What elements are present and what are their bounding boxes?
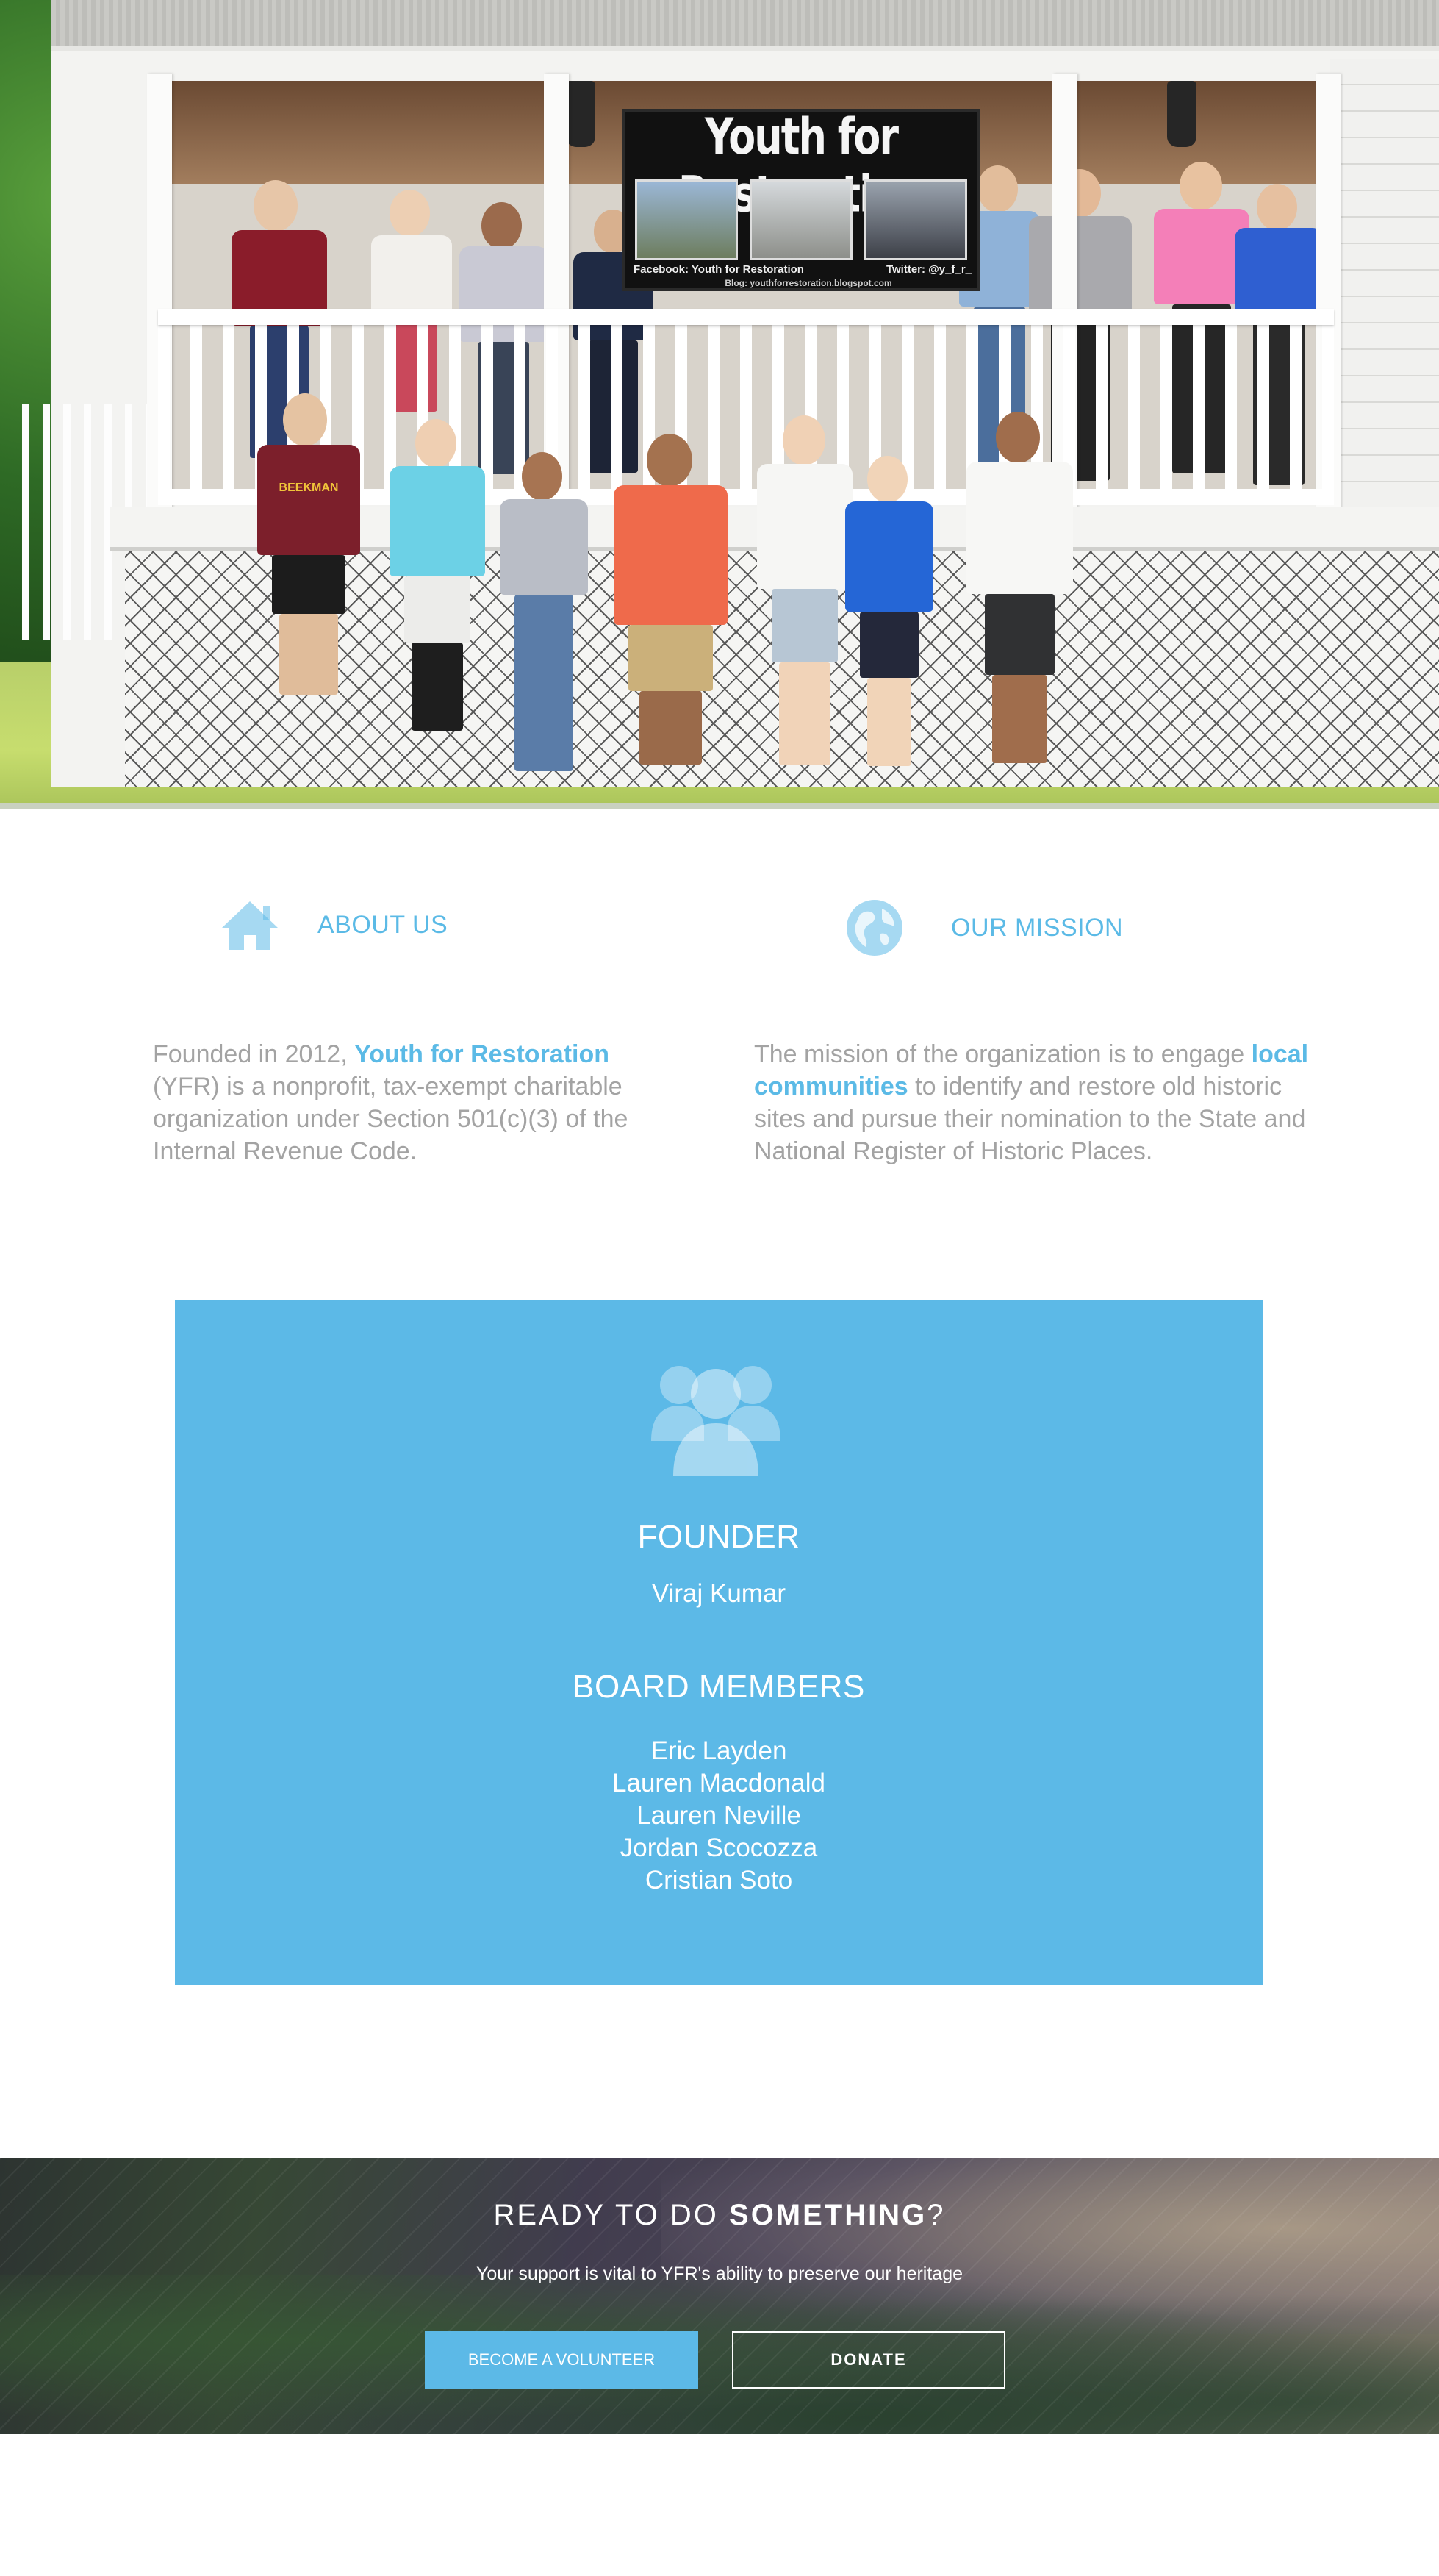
banner-url: Blog: youthforrestoration.blogspot.com: [725, 278, 892, 288]
about-highlight-link[interactable]: Youth for Restoration: [354, 1040, 609, 1068]
board-member: Jordan Scocozza: [620, 1833, 818, 1862]
board-member: Eric Layden: [650, 1736, 787, 1765]
board-member: Lauren Neville: [636, 1801, 801, 1830]
about-text-intro: Founded in 2012,: [153, 1040, 355, 1068]
hero-photo: Youth for Restoration Facebook: Youth fo…: [0, 0, 1439, 809]
founder-name: Viraj Kumar: [651, 1579, 786, 1608]
banner-twitter: Twitter: @y_f_r_: [886, 263, 972, 276]
mission-text: The mission of the organization is to en…: [754, 1038, 1320, 1167]
call-to-action-section: READY TO DO SOMETHING? Your support is v…: [0, 2158, 1439, 2434]
about-text-rest: (YFR) is a nonprofit, tax-exempt charita…: [153, 1073, 628, 1165]
board-member: Lauren Macdonald: [612, 1769, 825, 1797]
about-header: ABOUT US: [219, 898, 448, 951]
group-icon: [651, 1366, 780, 1476]
board-member: Cristian Soto: [645, 1866, 793, 1895]
shirt-text: BEEKMAN: [279, 482, 339, 494]
about-text: Founded in 2012, Youth for Restoration (…: [153, 1038, 682, 1167]
home-icon: [222, 901, 278, 950]
cta-subtitle: Your support is vital to YFR's ability t…: [476, 2264, 963, 2284]
donate-button[interactable]: DONATE: [732, 2331, 1005, 2389]
globe-icon: [847, 900, 902, 956]
board-members-list: Eric Layden Lauren Macdonald Lauren Nevi…: [175, 1735, 1263, 1897]
founder-heading: FOUNDER: [637, 1519, 800, 1555]
become-volunteer-button[interactable]: BECOME A VOLUNTEER: [425, 2331, 698, 2389]
cta-title: READY TO DO SOMETHING?: [493, 2199, 946, 2231]
board-heading: BOARD MEMBERS: [573, 1669, 865, 1705]
banner-photo: [635, 179, 738, 260]
banner-photo: [750, 179, 853, 260]
team-panel: FOUNDER Viraj Kumar BOARD MEMBERS Eric L…: [175, 1300, 1263, 1985]
about-heading: ABOUT US: [317, 910, 448, 939]
youth-for-restoration-banner: Youth for Restoration Facebook: Youth fo…: [622, 107, 980, 291]
banner-facebook: Facebook: Youth for Restoration: [634, 263, 804, 276]
porch-lamp: [566, 81, 595, 147]
mission-heading: OUR MISSION: [951, 913, 1124, 942]
mission-header: OUR MISSION: [845, 898, 1123, 957]
porch-roof: [51, 0, 1439, 51]
mission-text-intro: The mission of the organization is to en…: [754, 1040, 1252, 1068]
porch-lamp: [1167, 81, 1196, 147]
banner-photo: [864, 179, 967, 260]
